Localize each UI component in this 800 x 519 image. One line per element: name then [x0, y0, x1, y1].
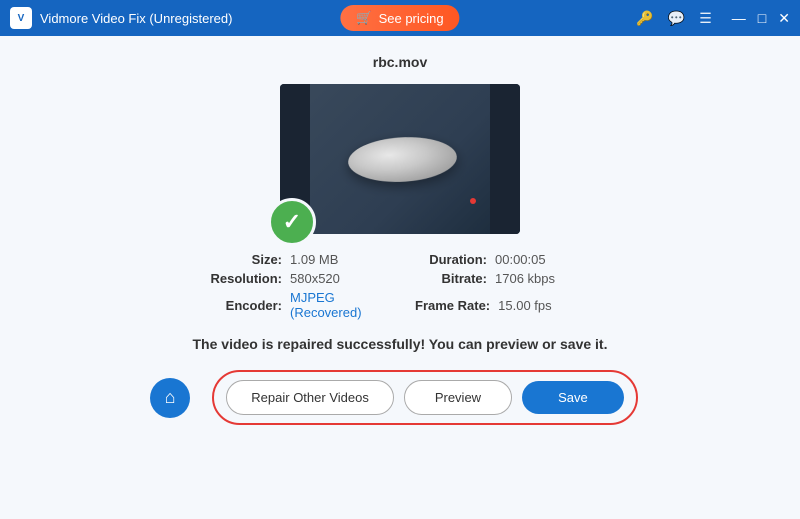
app-logo: V [10, 7, 32, 29]
success-badge: ✓ [268, 198, 316, 246]
main-content: rbc.mov ✓ Size: 1.09 MB Duration: 00:00:… [0, 36, 800, 519]
video-thumbnail: ✓ [280, 84, 520, 234]
home-icon: ⌂ [165, 387, 176, 408]
framerate-row: Frame Rate: 15.00 fps [415, 290, 590, 320]
check-icon: ✓ [283, 211, 301, 233]
repair-other-videos-button[interactable]: Repair Other Videos [226, 380, 394, 415]
title-bar-left: V Vidmore Video Fix (Unregistered) [10, 7, 232, 29]
filename-label: rbc.mov [373, 54, 427, 70]
home-button[interactable]: ⌂ [150, 378, 190, 418]
resolution-row: Resolution: 580x520 [210, 271, 385, 286]
resolution-value: 580x520 [290, 271, 340, 286]
minimize-button[interactable]: — [732, 10, 746, 26]
preview-button[interactable]: Preview [404, 380, 512, 415]
cart-icon: 🛒 [356, 10, 372, 26]
video-info-grid: Size: 1.09 MB Duration: 00:00:05 Resolut… [210, 252, 590, 320]
title-bar-center: 🛒 See pricing [340, 5, 459, 31]
menu-icon[interactable]: ☰ [699, 10, 712, 27]
chat-icon[interactable]: 💬 [668, 10, 685, 27]
title-bar-right: 🔑 💬 ☰ — □ ✕ [636, 10, 790, 27]
size-value: 1.09 MB [290, 252, 338, 267]
encoder-row: Encoder: MJPEG (Recovered) [210, 290, 385, 320]
see-pricing-label: See pricing [379, 11, 444, 26]
save-button[interactable]: Save [522, 381, 624, 414]
video-frame-shape [347, 134, 459, 183]
success-message: The video is repaired successfully! You … [193, 336, 608, 352]
action-buttons-container: Repair Other Videos Preview Save [212, 370, 637, 425]
window-controls: — □ ✕ [732, 10, 790, 27]
resolution-label: Resolution: [210, 271, 282, 286]
app-title: Vidmore Video Fix (Unregistered) [40, 11, 232, 26]
bitrate-row: Bitrate: 1706 kbps [415, 271, 590, 286]
close-button[interactable]: ✕ [778, 10, 790, 27]
framerate-value: 15.00 fps [498, 298, 552, 313]
title-bar: V Vidmore Video Fix (Unregistered) 🛒 See… [0, 0, 800, 36]
encoder-value: MJPEG (Recovered) [290, 290, 385, 320]
duration-row: Duration: 00:00:05 [415, 252, 590, 267]
maximize-button[interactable]: □ [758, 10, 766, 26]
size-row: Size: 1.09 MB [210, 252, 385, 267]
key-icon[interactable]: 🔑 [636, 10, 653, 27]
see-pricing-button[interactable]: 🛒 See pricing [340, 5, 459, 31]
encoder-label: Encoder: [210, 298, 282, 313]
bottom-action-area: ⌂ Repair Other Videos Preview Save [0, 370, 800, 425]
duration-value: 00:00:05 [495, 252, 546, 267]
video-thumbnail-inner [280, 84, 520, 234]
size-label: Size: [210, 252, 282, 267]
framerate-label: Frame Rate: [415, 298, 490, 313]
duration-label: Duration: [415, 252, 487, 267]
bitrate-value: 1706 kbps [495, 271, 555, 286]
bitrate-label: Bitrate: [415, 271, 487, 286]
red-dot-indicator [470, 198, 476, 204]
